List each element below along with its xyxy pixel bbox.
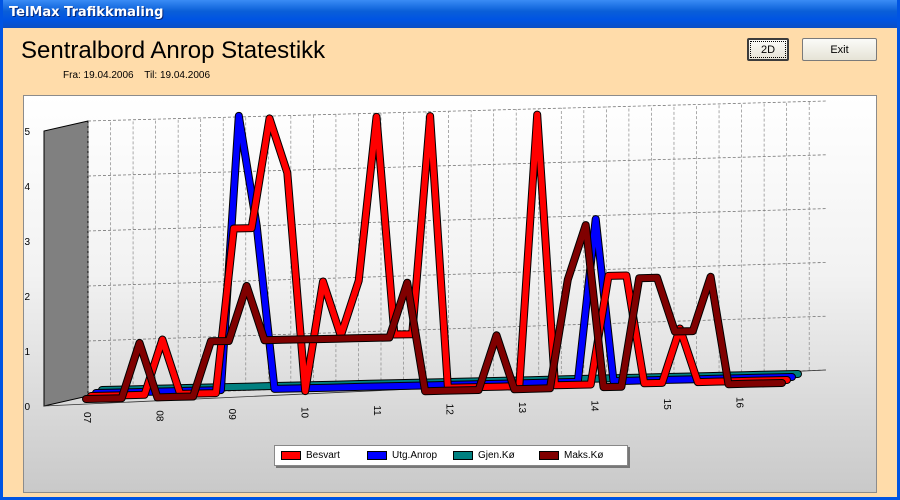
y-tick-label: 0	[24, 402, 30, 413]
y-tick-label: 4	[24, 182, 30, 193]
legend-item: Maks.Kø	[539, 450, 619, 461]
x-tick-label: 11	[371, 405, 382, 416]
y-tick-label: 1	[24, 347, 30, 358]
x-tick-label: 13	[516, 402, 527, 414]
chart-legend: Besvart Utg.Anrop Gjen.Kø Maks.Kø	[274, 445, 628, 466]
date-range: Fra: 19.04.2006 Til: 19.04.2006	[63, 70, 218, 81]
from-date: Fra: 19.04.2006	[63, 70, 134, 81]
legend-label: Besvart	[306, 450, 340, 461]
client-area: Sentralbord Anrop Statestikk Fra: 19.04.…	[3, 28, 897, 497]
page-title: Sentralbord Anrop Statestikk	[21, 37, 326, 64]
grid-line-h	[87, 154, 827, 177]
legend-label: Gjen.Kø	[478, 450, 515, 461]
exit-button[interactable]: Exit	[802, 38, 877, 61]
legend-swatch	[539, 451, 559, 460]
x-tick-label: 12	[444, 404, 455, 416]
legend-swatch	[367, 451, 387, 460]
chart-panel: 0 1 2 3 4 5 07 08 09 10 11 12 13 14 15 16 Besvart Utg.An…	[23, 95, 877, 493]
app-window: TelMax Trafikkmaling Sentralbord Anrop S…	[0, 0, 900, 500]
toggle-2d-button[interactable]: 2D	[747, 38, 789, 61]
legend-swatch	[281, 451, 301, 460]
side-wall	[43, 120, 89, 407]
x-tick-label: 09	[226, 409, 237, 421]
x-tick-label: 14	[589, 400, 600, 412]
y-tick-label: 2	[24, 292, 30, 303]
x-tick-label: 15	[661, 399, 672, 411]
x-tick-label: 16	[734, 397, 745, 409]
title-bar[interactable]: TelMax Trafikkmaling	[3, 0, 897, 28]
legend-swatch	[453, 451, 473, 460]
legend-label: Utg.Anrop	[392, 450, 438, 461]
window-title: TelMax Trafikkmaling	[9, 5, 164, 20]
to-date: Til: 19.04.2006	[144, 70, 211, 81]
grid-line-h	[87, 100, 827, 122]
y-tick-label: 3	[24, 237, 30, 248]
x-tick-label: 10	[299, 407, 310, 419]
x-tick-label: 07	[81, 412, 92, 424]
series-line	[88, 111, 790, 399]
line-chart: 01234507 08 09 10 11 12 13 14 15 16	[24, 100, 827, 424]
x-tick-label: 08	[154, 410, 165, 422]
y-tick-label: 5	[24, 127, 30, 138]
legend-item: Utg.Anrop	[367, 450, 447, 461]
legend-label: Maks.Kø	[564, 450, 604, 461]
legend-item: Gjen.Kø	[453, 450, 533, 461]
grid-line-h	[87, 208, 827, 232]
legend-item: Besvart	[281, 450, 361, 461]
